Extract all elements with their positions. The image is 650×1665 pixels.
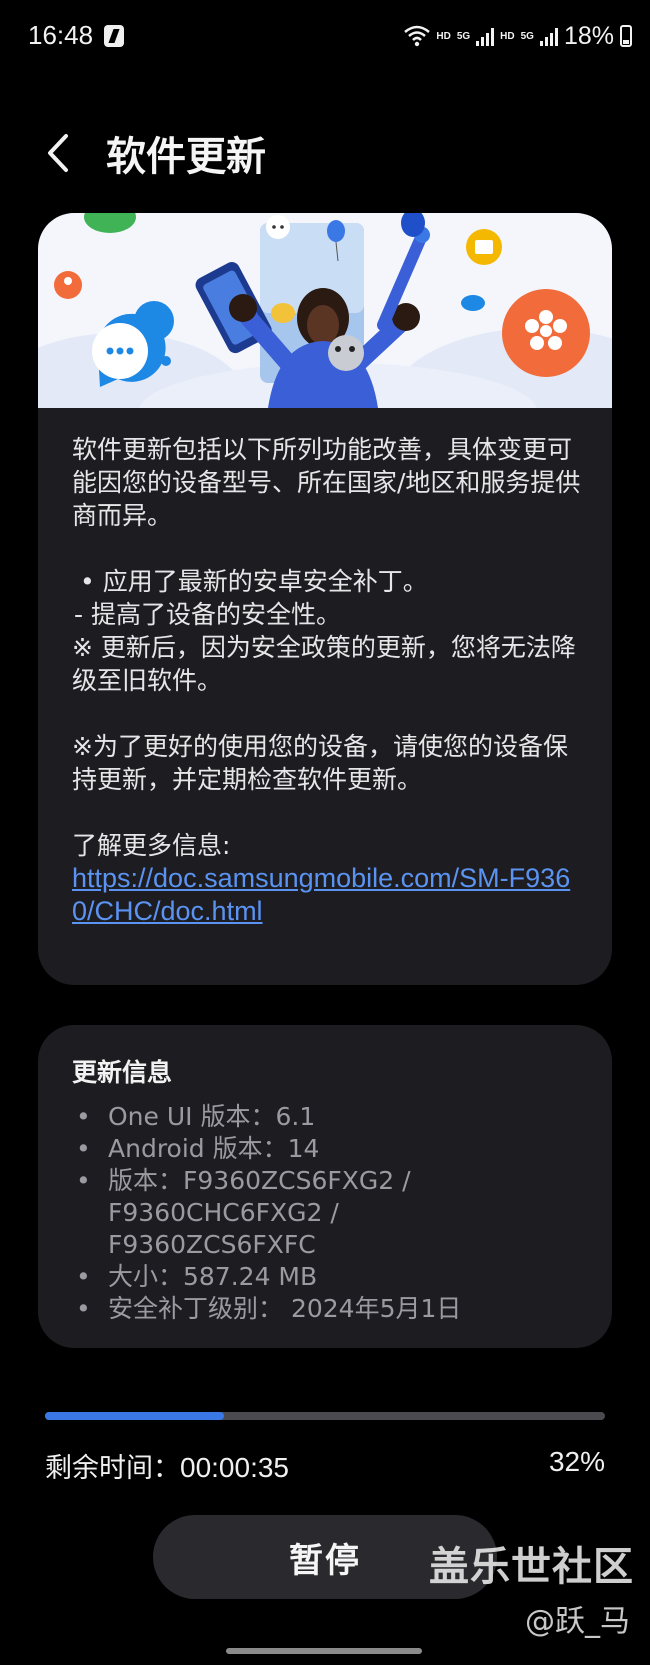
status-bar: 16:48 HD 5G HD 5G 18% (0, 0, 650, 72)
5g-indicator-2: 5G (520, 30, 534, 42)
update-info-card: 更新信息 One UI 版本：6.1 Android 版本：14 版本：F936… (38, 1025, 612, 1348)
download-progress-bar (45, 1412, 605, 1420)
notes-intro: 软件更新包括以下所列功能改善，具体变更可能因您的设备型号、所在国家/地区和服务提… (72, 435, 581, 530)
more-info-link[interactable]: https://doc.samsungmobile.com/SM-F9360/C… (72, 863, 570, 926)
more-info-label: 了解更多信息: (72, 831, 231, 860)
watermark-title: 盖乐世社区 (429, 1544, 634, 1590)
status-indicators: HD 5G HD 5G 18% (404, 20, 632, 52)
banner-illustration (38, 213, 612, 488)
hd-indicator-2: HD (500, 30, 515, 42)
release-notes-card: 软件更新包括以下所列功能改善，具体变更可能因您的设备型号、所在国家/地区和服务提… (38, 213, 612, 985)
release-notes-text: 软件更新包括以下所列功能改善，具体变更可能因您的设备型号、所在国家/地区和服务提… (72, 433, 582, 928)
one-ui-version: One UI 版本：6.1 (76, 1101, 576, 1133)
folder-icon (466, 229, 502, 265)
build-version-line3: F9360ZCS6FXFC (108, 1230, 316, 1259)
wifi-icon (404, 25, 431, 47)
signal-icon-2 (539, 26, 558, 46)
signal-icon-1 (476, 26, 495, 46)
flower-app-icon (502, 289, 590, 377)
remaining-time: 剩余时间：00:00:35 (45, 1446, 289, 1485)
notification-app-icon (104, 25, 124, 47)
notes-dash: - 提高了设备的安全性。 (74, 600, 341, 629)
update-info-title: 更新信息 (72, 1058, 173, 1087)
build-version-line1: 版本：F9360ZCS6FXG2 / (108, 1166, 411, 1195)
battery-percent: 18% (563, 21, 614, 50)
watermark-author: @跃_马 (525, 1604, 630, 1639)
status-time: 16:48 (28, 20, 94, 50)
back-button[interactable] (40, 128, 80, 178)
notes-bullet: • 应用了最新的安卓安全补丁。 (80, 567, 428, 596)
download-progress-fill (45, 1412, 225, 1420)
remaining-time-value: 00:00:35 (180, 1452, 289, 1483)
5g-indicator-1: 5G (456, 30, 471, 42)
hd-indicator-1: HD (436, 30, 451, 42)
battery-icon (620, 25, 632, 47)
page-title: 软件更新 (106, 134, 266, 180)
update-size: 大小：587.24 MB (76, 1261, 576, 1293)
home-indicator[interactable] (226, 1648, 422, 1654)
progress-percent: 32% (548, 1446, 605, 1477)
build-version-line2: F9360CHC6FXG2 / (108, 1198, 339, 1227)
remaining-time-label: 剩余时间： (45, 1453, 180, 1484)
security-patch-level: 安全补丁级别： 2024年5月1日 (76, 1293, 576, 1325)
notes-note: ※ 更新后，因为安全政策的更新，您将无法降级至旧软件。 (72, 633, 576, 695)
update-info-list: One UI 版本：6.1 Android 版本：14 版本：F9360ZCS6… (76, 1101, 576, 1325)
build-version: 版本：F9360ZCS6FXG2 / F9360CHC6FXG2 / F9360… (76, 1165, 576, 1261)
chevron-left-icon (48, 134, 68, 172)
notes-advice: ※为了更好的使用您的设备，请使您的设备保持更新，并定期检查软件更新。 (72, 732, 568, 794)
green-blob-icon (84, 213, 136, 233)
android-version: Android 版本：14 (76, 1133, 576, 1165)
